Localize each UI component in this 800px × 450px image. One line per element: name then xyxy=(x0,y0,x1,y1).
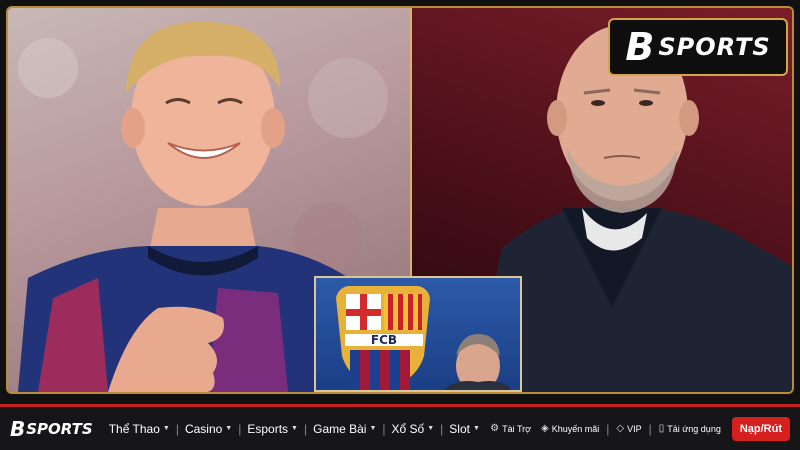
promo-tag-icon: ◈ xyxy=(541,423,549,434)
nav-item-label: Esports xyxy=(247,421,289,436)
sponsor-icon: ⚙ xyxy=(490,423,500,434)
nav-item-the-thao[interactable]: Thể Thao ▼ xyxy=(103,422,176,436)
utility-links: ⚙ Tài Trợ ◈ Khuyến mãi | ◇ VIP | ▯ Tải ứ… xyxy=(487,416,790,441)
brand-logo-text: SPORTS xyxy=(658,33,771,61)
nav-item-label: Thể Thao xyxy=(108,421,160,436)
nav-separator: | xyxy=(648,421,652,436)
deposit-withdraw-button[interactable]: Nạp/Rút xyxy=(731,416,790,441)
nav-item-casino[interactable]: Casino ▼ xyxy=(179,422,238,436)
chevron-down-icon: ▼ xyxy=(472,425,480,432)
util-sponsor[interactable]: ⚙ Tài Trợ xyxy=(487,423,534,434)
nav-item-esports[interactable]: Esports ▼ xyxy=(241,422,304,436)
inset-photo: FCB xyxy=(314,276,522,392)
chevron-down-icon: ▼ xyxy=(369,425,377,432)
nav-item-slot[interactable]: Slot ▼ xyxy=(443,422,486,436)
hero-banner[interactable]: B SPORTS FCB xyxy=(6,6,794,394)
nav-item-game-bai[interactable]: Game Bài ▼ xyxy=(307,422,382,436)
nav-item-xo-so[interactable]: Xổ Số ▼ xyxy=(386,422,441,436)
util-label: Tài Trợ xyxy=(502,423,532,434)
nav-item-label: Xổ Số xyxy=(391,421,425,436)
brand-logo-mark: B xyxy=(625,25,654,69)
nav-item-label: Game Bài xyxy=(313,421,367,436)
nav-item-label: Casino xyxy=(184,421,223,436)
util-label: VIP xyxy=(627,423,642,434)
site-logo[interactable]: B SPORTS xyxy=(10,417,93,441)
util-promotions[interactable]: ◈ Khuyến mãi xyxy=(538,423,602,434)
site-logo-text: SPORTS xyxy=(26,419,93,438)
chevron-down-icon: ▼ xyxy=(427,425,435,432)
nav-item-label: Slot xyxy=(449,421,470,436)
nav-separator: | xyxy=(606,421,610,436)
chevron-down-icon: ▼ xyxy=(291,425,298,432)
vip-diamond-icon: ◇ xyxy=(616,423,625,434)
util-vip[interactable]: ◇ VIP xyxy=(613,423,644,434)
mobile-app-icon: ▯ xyxy=(658,423,665,434)
util-label: Khuyến mãi xyxy=(551,423,600,434)
chevron-down-icon: ▼ xyxy=(225,425,233,432)
site-logo-mark: B xyxy=(10,416,25,441)
club-crest-icon: FCB xyxy=(336,286,430,390)
util-download-app[interactable]: ▯ Tải ứng dụng xyxy=(656,423,724,434)
chevron-down-icon: ▼ xyxy=(162,425,170,432)
site-navbar: B SPORTS Thể Thao ▼ | Casino ▼ | Esports… xyxy=(0,404,800,450)
util-label: Tải ứng dụng xyxy=(667,423,721,434)
brand-badge: B SPORTS xyxy=(608,18,788,76)
page: B SPORTS FCB B SPORTS Thể Thao ▼ | Casin… xyxy=(0,0,800,450)
crest-text: FCB xyxy=(371,333,397,347)
